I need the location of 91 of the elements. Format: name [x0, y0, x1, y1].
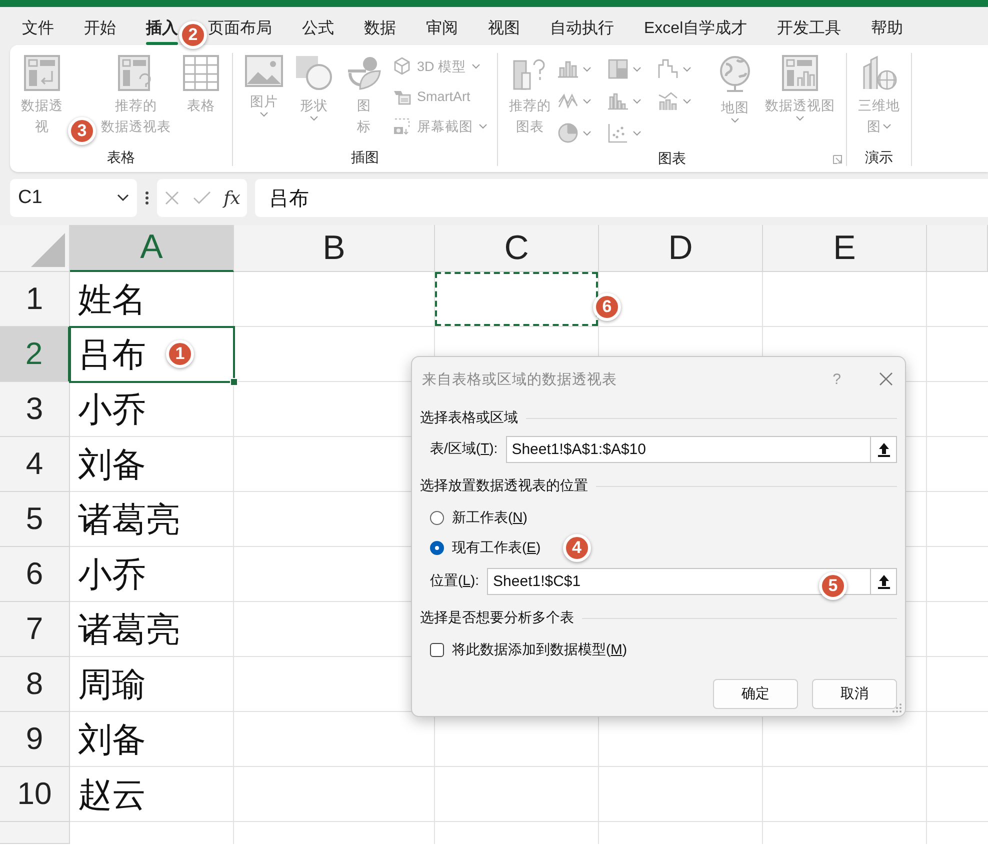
dialog-title: 来自表格或区域的数据透视表: [422, 372, 617, 388]
radio-option[interactable]: 新工作表(N): [430, 509, 528, 527]
column-header[interactable]: B: [234, 225, 435, 272]
table-cell-text: 小乔: [77, 390, 147, 430]
waterfall-chart-icon: [658, 59, 678, 79]
triangle-icon: [31, 233, 65, 267]
cube-icon: [393, 57, 411, 75]
scatter-chart-icon: [608, 123, 628, 143]
treemap-icon: [608, 59, 628, 79]
group-label: 图表: [658, 150, 686, 166]
insert-function-button[interactable]: fx: [224, 188, 240, 208]
row-header[interactable]: 5: [0, 492, 70, 547]
image-icon: [245, 55, 283, 87]
cancel-icon[interactable]: [164, 190, 180, 206]
close-icon[interactable]: [879, 372, 893, 386]
resize-grip-icon[interactable]: [892, 703, 902, 713]
table-cell-text: 姓名: [77, 280, 147, 320]
callout-badge: 3: [68, 117, 96, 145]
column-header[interactable]: D: [599, 225, 763, 272]
column-header[interactable]: A: [70, 225, 234, 272]
collapse-button[interactable]: [871, 436, 897, 462]
table-cell-text: 刘备: [77, 444, 147, 486]
table-cell-text: 小乔: [77, 554, 147, 596]
table-cell-text: 诸葛亮: [77, 610, 181, 650]
ribbon-tab[interactable]: 自动执行: [550, 18, 614, 45]
pie-chart-icon: [558, 123, 578, 143]
ribbon-tab[interactable]: 文件: [22, 18, 54, 45]
row-header[interactable]: 2: [0, 327, 70, 382]
field-label: 表/区域(T):: [429, 440, 498, 458]
row-header[interactable]: 1: [0, 272, 70, 327]
3d-map-icon: [861, 55, 897, 91]
checkbox-option[interactable]: 将此数据添加到数据模型(M): [430, 641, 628, 659]
combo-chart-icon: [658, 91, 678, 111]
fill-handle[interactable]: [230, 378, 238, 386]
dropdown-caret-icon: [117, 194, 129, 202]
ribbon-tab[interactable]: 数据: [364, 18, 396, 45]
ribbon-tab[interactable]: 开始: [84, 18, 116, 45]
table-cell-text: 赵云: [77, 774, 147, 816]
leaf-icon: [346, 55, 382, 91]
ribbon-tab[interactable]: Excel自学成才: [644, 18, 748, 45]
select-all-button[interactable]: [0, 225, 70, 272]
group-label: 表格: [107, 149, 135, 165]
column-header[interactable]: C: [435, 225, 599, 272]
formula-field[interactable]: 吕布: [255, 179, 988, 217]
section-heading: 选择表格或区域: [420, 409, 518, 427]
screenshot-icon: [393, 117, 411, 135]
ribbon-tab[interactable]: 审阅: [426, 18, 458, 45]
group-label: 插图: [351, 149, 379, 165]
name-box[interactable]: C1: [10, 179, 137, 217]
row-header[interactable]: 4: [0, 437, 70, 492]
ribbon-tab[interactable]: 视图: [488, 18, 520, 45]
collapse-arrow-icon: [878, 442, 890, 456]
row-header[interactable]: 6: [0, 547, 70, 602]
section-heading: 选择是否想要分析多个表: [420, 609, 574, 627]
pivot-table-icon: [24, 55, 60, 91]
row-header[interactable]: 7: [0, 602, 70, 657]
table-cell-text: 刘备: [77, 720, 147, 760]
ribbon-tab[interactable]: 帮助: [871, 18, 904, 45]
range-field[interactable]: Sheet1!$A$1:$A$10: [506, 436, 871, 462]
section-heading: 选择放置数据透视表的位置: [420, 477, 588, 495]
histogram-icon: [608, 92, 628, 110]
callout-badge: 4: [562, 534, 591, 562]
pivot-chart-icon: [782, 55, 818, 91]
column-chart-icon: [558, 60, 578, 78]
radio-option[interactable]: 现有工作表(E): [430, 539, 541, 557]
globe-icon: [717, 55, 753, 93]
dialog-button[interactable]: 取消: [812, 679, 897, 709]
ribbon-tab[interactable]: 开发工具: [777, 18, 842, 45]
row-header[interactable]: 8: [0, 657, 70, 712]
group-label: 演示: [865, 149, 893, 165]
collapse-arrow-icon: [878, 574, 890, 588]
dialog-button[interactable]: 确定: [713, 679, 798, 709]
row-header[interactable]: 10: [0, 767, 70, 822]
ribbon-tab[interactable]: 插入: [146, 18, 178, 45]
line-chart-icon: [558, 92, 578, 110]
check-icon[interactable]: [192, 191, 211, 205]
collapse-button[interactable]: [871, 568, 897, 594]
ribbon-tab[interactable]: 页面布局: [208, 18, 272, 45]
column-header[interactable]: E: [763, 225, 927, 272]
row-header[interactable]: 3: [0, 382, 70, 437]
field-label: 位置(L):: [429, 572, 480, 590]
callout-badge: 2: [179, 21, 207, 49]
column-header[interactable]: [927, 225, 988, 272]
shapes-icon: [295, 55, 333, 91]
table-cell-text: 周瑜: [77, 664, 147, 706]
ribbon-tab[interactable]: 公式: [302, 18, 334, 45]
row-header[interactable]: 9: [0, 712, 70, 767]
table-icon: [183, 55, 219, 91]
table-cell-text: 诸葛亮: [77, 500, 181, 540]
row-header[interactable]: [0, 822, 70, 844]
more-options-icon[interactable]: [145, 190, 149, 206]
